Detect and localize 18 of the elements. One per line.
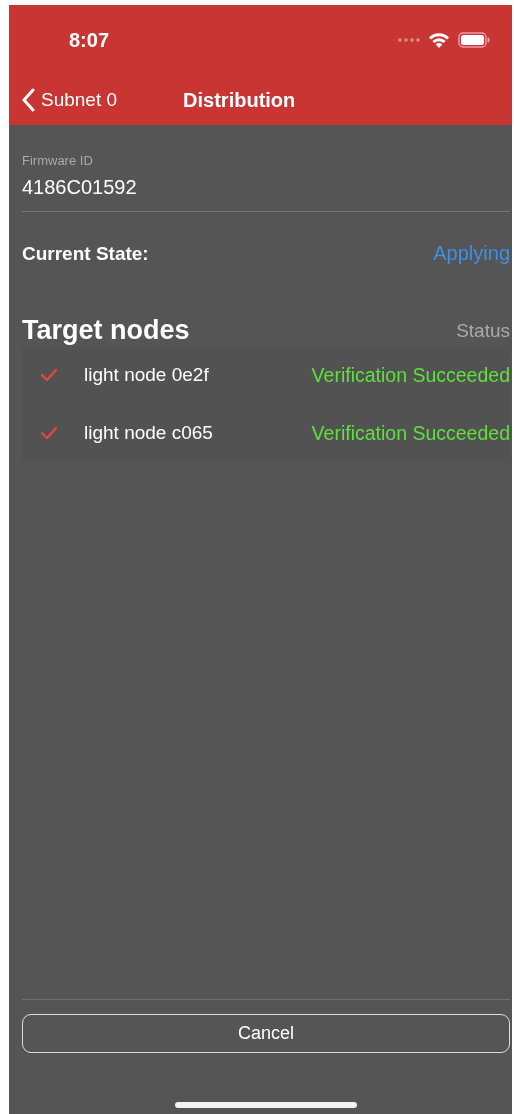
state-label: Current State: [22,242,149,265]
column-heading: Status [456,319,510,342]
field-label: Firmware ID [22,153,94,168]
signal-icon [398,38,420,42]
firmware-id: 4186C01592 [22,176,510,212]
state-value: Applying [433,242,510,265]
status-time: 8:07 [69,28,110,52]
node-name: light node c065 [84,422,214,444]
section-title: Target nodes [22,315,190,346]
cancel-button[interactable]: Cancel [22,1014,510,1053]
battery-icon [458,32,490,48]
node-name: light node 0e2f [84,364,210,386]
node-status: Verification Succeeded [311,421,510,445]
node-status: Verification Succeeded [311,363,510,387]
back-chevron-icon [21,88,35,112]
wifi-icon [428,32,450,48]
screen-title: Distribution [183,88,296,112]
back-button[interactable]: Subnet 0 [21,88,118,112]
